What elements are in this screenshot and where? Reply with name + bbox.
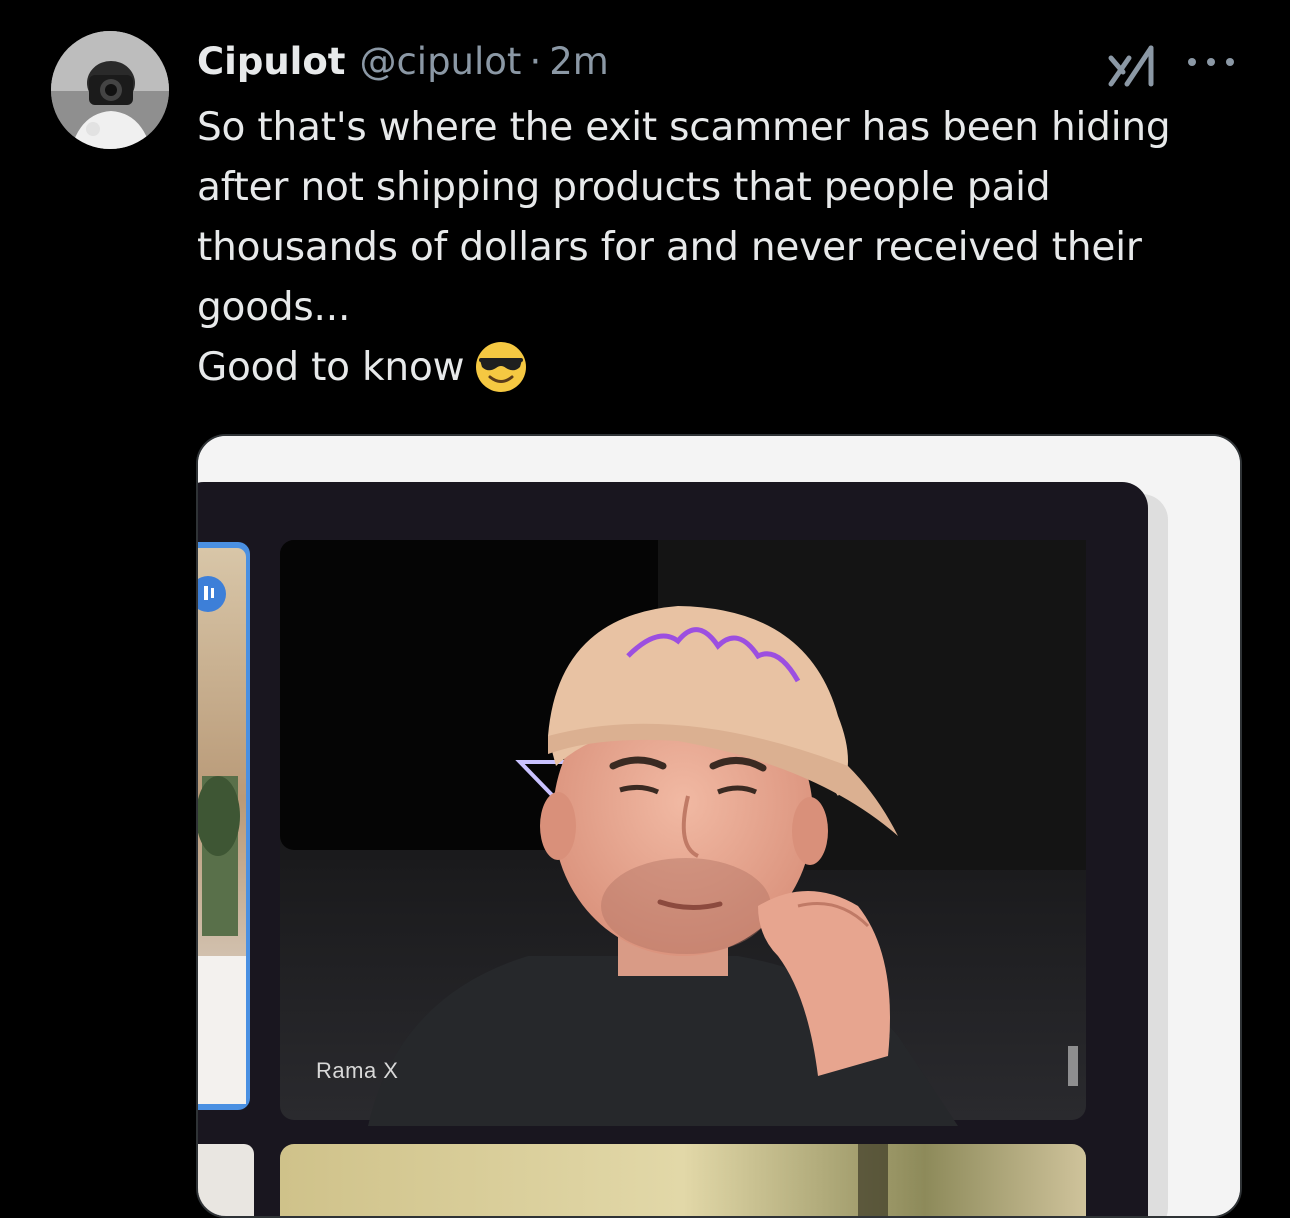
author-display-name[interactable]: Cipulot <box>197 38 345 86</box>
post-timestamp[interactable]: 2m <box>549 38 609 86</box>
author-handle[interactable]: @cipulot <box>359 38 521 86</box>
more-options-icon[interactable] <box>1188 55 1234 69</box>
post-media-image[interactable]: Rama X <box>196 434 1242 1218</box>
post-text-line-2: Good to know <box>197 345 465 390</box>
post-text: So that's where the exit scammer has bee… <box>197 98 1247 398</box>
header-separator: · <box>529 40 542 83</box>
more-dot <box>1207 58 1215 66</box>
post-header: Cipulot @cipulot · 2m <box>197 38 609 86</box>
more-dot <box>1226 58 1234 66</box>
video-call-screenshot <box>198 436 1240 1216</box>
camera-selfie-avatar-icon <box>51 31 169 149</box>
grok-icon[interactable] <box>1107 44 1159 88</box>
post-text-paragraph-2: Good to know <box>197 338 1247 398</box>
sunglasses-emoji-icon <box>474 340 528 394</box>
author-avatar[interactable] <box>51 31 169 149</box>
participant-name-label: Rama X <box>316 1058 399 1083</box>
grok-glyph-icon <box>1108 45 1154 87</box>
more-dot <box>1188 58 1196 66</box>
post-text-paragraph-1: So that's where the exit scammer has bee… <box>197 105 1171 330</box>
